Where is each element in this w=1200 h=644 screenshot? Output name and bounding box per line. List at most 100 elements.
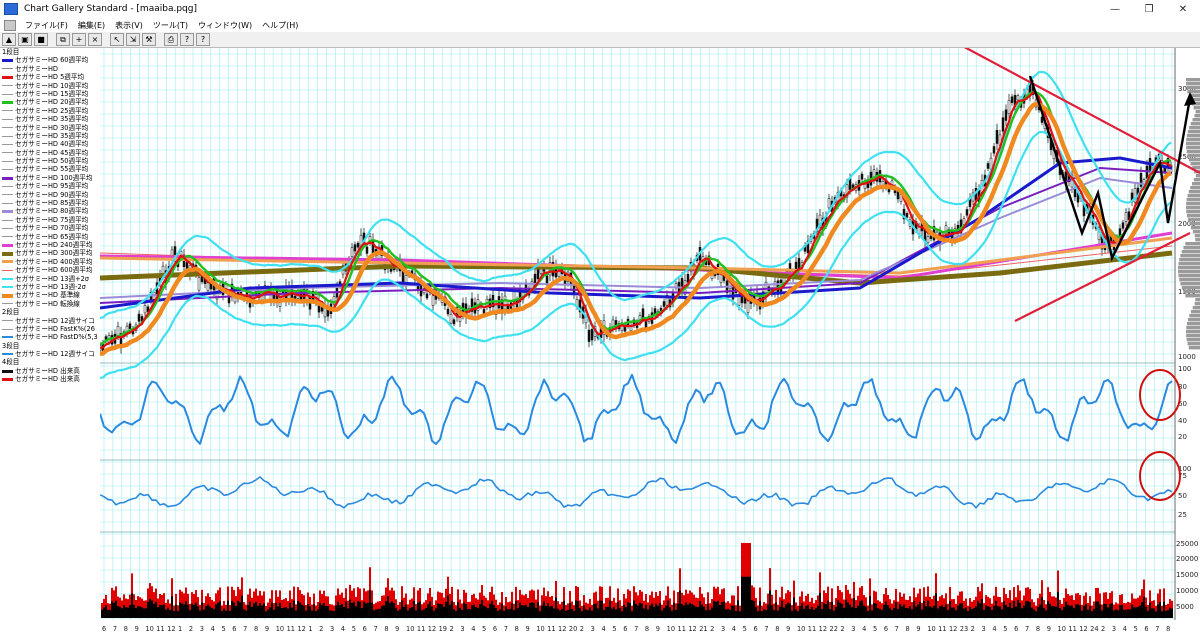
legend-item[interactable]: セガサミーHD 20週平均 [0,98,100,106]
volume-bar-black [693,605,695,618]
delete-icon[interactable]: × [88,33,102,46]
volume-bar-black [1139,605,1141,618]
legend-item[interactable]: セガサミーHD 25週平均 [0,107,100,115]
legend-item[interactable]: セガサミーHD 12週サイコ [0,317,100,325]
legend-item[interactable]: セガサミーHD 基準線 [0,291,100,299]
legend-swatch [2,377,13,381]
legend-item[interactable]: セガサミーHD 5週平均 [0,73,100,81]
chart-icon[interactable]: ▲ [2,33,16,46]
volume-bar-black [633,600,635,618]
toolbar: ▲ ▣ ■ ⧉ + × ↖ ⇲ ⚒ ⎙?? [0,32,1200,48]
candle-body [965,209,969,216]
volume-bar-black [179,602,181,618]
menu-help[interactable]: ヘルプ(H) [257,20,303,31]
volume-bar-black [853,598,855,618]
psycho-tick-label: 20 [1178,433,1187,441]
maximize-button[interactable]: ❐ [1132,0,1166,18]
print-icon[interactable]: ⎙ [164,33,178,46]
document-icon[interactable] [4,19,16,31]
volume-bar-black [231,600,233,618]
price-volume-profile-bar [1194,114,1200,118]
legend-item[interactable]: セガサミーHD 75週平均 [0,216,100,224]
legend-item[interactable]: セガサミーHD 65週平均 [0,233,100,241]
copy-icon[interactable]: ⧉ [56,33,70,46]
legend-item[interactable]: セガサミーHD 95週平均 [0,182,100,190]
legend-item[interactable]: セガサミーHD 60週平均 [0,56,100,64]
add-icon[interactable]: + [72,33,86,46]
legend-item[interactable]: セガサミーHD 70週平均 [0,224,100,232]
volume-bar-black [1057,591,1059,618]
legend-item[interactable]: セガサミーHD 10週平均 [0,82,100,90]
legend-item[interactable]: セガサミーHD 90週平均 [0,191,100,199]
x-axis-label: 8 [1036,625,1040,633]
minimize-button[interactable]: — [1098,0,1132,18]
legend-item[interactable]: セガサミーHD 35週平均 [0,115,100,123]
volume-bar-black [775,602,777,618]
x-axis-label: 6 [623,625,627,633]
x-axis-label: 8 [645,625,649,633]
tool-icon[interactable]: ⚒ [142,33,156,46]
price-volume-profile-bar [1187,130,1200,134]
legend-item[interactable]: セガサミーHD 55週平均 [0,165,100,173]
menu-view[interactable]: 表示(V) [110,20,148,31]
volume-bar-black [511,603,513,618]
volume-bar-black [253,603,255,618]
legend-item[interactable]: セガサミーHD 13週+2σ [0,275,100,283]
volume-bar-black [575,600,577,618]
context-help-icon[interactable]: ? [196,33,210,46]
volume-bar-black [225,610,227,618]
volume-bar-black [715,601,717,618]
legend-item[interactable]: セガサミーHD [0,65,100,73]
volume-bar-black [567,609,569,618]
volume-bar-black [701,604,703,618]
volume-bar-black [283,607,285,618]
zoom-icon[interactable]: ⇲ [126,33,140,46]
candle-body [860,173,864,180]
volume-bar-black [771,605,773,618]
menu-tools[interactable]: ツール(T) [148,20,193,31]
volume-bar-black [613,606,615,618]
volume-bar-black [583,605,585,618]
x-axis-label: 6 [754,625,758,633]
price-volume-profile-bar [1186,202,1200,206]
legend-item[interactable]: セガサミーHD 30週平均 [0,124,100,132]
volume-bar-black [181,603,183,618]
volume-bar-black [1123,609,1125,618]
volume-bar-black [841,603,843,618]
legend-item[interactable]: セガサミーHD 45週平均 [0,149,100,157]
legend-item[interactable]: セガサミーHD 300週平均 [0,249,100,257]
chart-canvas[interactable]: 3000250020001500100010080604020100755025… [98,41,1200,642]
legend-item[interactable]: セガサミーHD 40週平均 [0,140,100,148]
volume-bar-black [791,610,793,618]
legend-item[interactable]: セガサミーHD 400週平均 [0,258,100,266]
volume-bar-black [839,602,841,618]
candle-body [1010,96,1014,103]
volume-bar-black [365,603,367,618]
save-icon[interactable]: ■ [34,33,48,46]
menu-window[interactable]: ウィンドウ(W) [193,20,257,31]
x-axis-label: 9 [656,625,660,633]
volume-bar-black [591,610,593,618]
open-icon[interactable]: ▣ [18,33,32,46]
volume-bar-black [111,601,113,618]
legend-item[interactable]: セガサミーHD 出来高 [0,375,100,383]
volume-bar-black [479,604,481,618]
legend-item[interactable]: セガサミーHD 100週平均 [0,174,100,182]
cursor-icon[interactable]: ↖ [110,33,124,46]
volume-bar-black [827,600,829,618]
help-icon[interactable]: ? [180,33,194,46]
volume-bar-black [233,602,235,618]
menu-file[interactable]: ファイル(F) [20,20,73,31]
volume-bar-black [921,609,923,618]
menu-edit[interactable]: 編集(E) [73,20,110,31]
chart-area[interactable]: 3000250020001500100010080604020100755025… [98,41,1200,642]
legend-item[interactable]: セガサミーHD 600週平均 [0,266,100,274]
legend-item[interactable]: セガサミーHD 出来高 [0,367,100,375]
legend-item[interactable]: セガサミーHD 80週平均 [0,207,100,215]
legend-item[interactable]: セガサミーHD FastD%(5,3 [0,333,100,341]
volume-bar-black [223,608,225,618]
volume-bar-black [1119,605,1121,618]
legend-item[interactable]: セガサミーHD 転換線 [0,300,100,308]
volume-bar-black [1151,608,1153,618]
close-button[interactable]: ✕ [1166,0,1200,18]
